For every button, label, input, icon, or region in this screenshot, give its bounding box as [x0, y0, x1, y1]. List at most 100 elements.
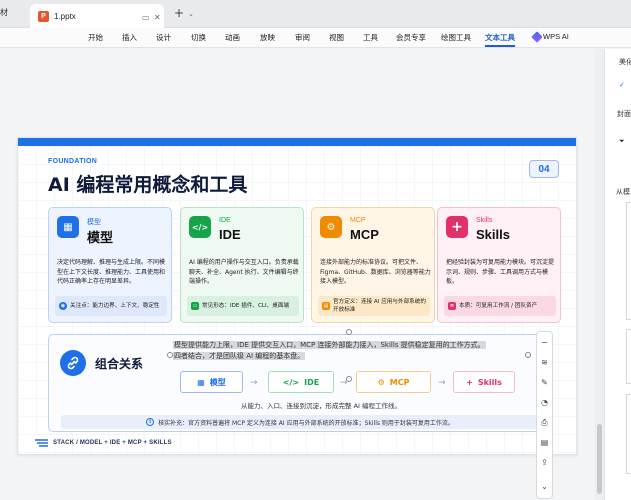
- card-ide[interactable]: </> IDE IDE AI 编程的用户操作与交互入口。负责承载聊天、补全、Ag…: [180, 207, 304, 323]
- ribbon-tab-review[interactable]: 审阅: [295, 32, 310, 43]
- screen-icon: ▭: [191, 302, 199, 310]
- panel-cover-label[interactable]: 封面: [617, 109, 631, 119]
- code-icon: </>: [189, 216, 211, 238]
- slide-top-bar: [18, 138, 576, 146]
- chevron-down-icon[interactable]: ⌄: [538, 480, 551, 493]
- close-tab-icon[interactable]: ✕: [154, 13, 161, 22]
- panel-filter-icon[interactable]: ⏷: [619, 137, 625, 146]
- card-skills[interactable]: + Skills Skills 把经验封装为可复用能力模块。可沉淀提示词、规则、…: [437, 207, 561, 323]
- card-mcp-tag: MCP: [350, 217, 366, 224]
- card-model-note: ◉ 关注点：能力边界、上下文、稳定性: [55, 296, 167, 316]
- ribbon-tab-member[interactable]: 会员专享: [396, 32, 426, 43]
- pptx-file-icon: P: [38, 10, 49, 22]
- card-mcp-desc: 连接外部能力的标准协议。可把文件、Figma、GitHub、数据库、浏览器等能力…: [320, 259, 431, 285]
- panel-template-label[interactable]: 从模: [616, 187, 630, 197]
- animation-icon[interactable]: ◔: [538, 396, 551, 409]
- tab-previous[interactable]: 材: [0, 7, 8, 18]
- slide-footer: STACK / MODEL + IDE + MCP + SKILLS: [53, 440, 172, 446]
- pen-icon[interactable]: ✎: [538, 376, 551, 389]
- card-skills-tag: Skills: [476, 217, 493, 224]
- selection-handle-right[interactable]: [525, 352, 531, 358]
- card-ide-note-text: 常见形态：IDE 插件、CLI、桌面端: [202, 303, 290, 309]
- ribbon-tab-design[interactable]: 设计: [156, 32, 171, 43]
- network-icon: ⚙: [320, 216, 342, 238]
- selected-text-line-1[interactable]: 模型提供能力上限，IDE 提供交互入口，MCP 连接外部能力接入，Skills …: [173, 341, 486, 349]
- book-icon: ▤: [322, 302, 330, 310]
- card-model-title: 模型: [87, 230, 114, 245]
- layers-icon[interactable]: ≋: [538, 356, 551, 369]
- selected-text-line-2[interactable]: 四者结合，才是团队级 AI 编程的基本盘。: [173, 352, 306, 360]
- tab-active-file[interactable]: P 1.pptx ▭ ✕: [30, 4, 164, 28]
- panel-check-icon[interactable]: ✓: [619, 81, 625, 89]
- ribbon-tab-animation[interactable]: 动画: [225, 32, 240, 43]
- panel-beautify-label[interactable]: 美化: [619, 57, 631, 67]
- flow-node-mcp: ⚙ MCP: [356, 371, 431, 393]
- card-skills-note-text: 本质：可复用工作流 / 团队资产: [459, 303, 538, 309]
- panel-template-thumb-3[interactable]: [626, 394, 631, 474]
- wps-ai-float-icon[interactable]: ⇪: [538, 456, 551, 469]
- card-ide-note: ▭ 常见形态：IDE 插件、CLI、桌面端: [187, 296, 299, 316]
- laptop-icon[interactable]: ▤: [538, 436, 551, 449]
- flow-model-label: 模型: [209, 377, 226, 387]
- ribbon-tab-insert[interactable]: 插入: [122, 32, 137, 43]
- ribbon-tab-text-tools[interactable]: 文本工具: [485, 32, 515, 47]
- flow-node-ide: </> IDE: [268, 371, 334, 393]
- ribbon-tab-transition[interactable]: 切换: [191, 32, 206, 43]
- flow-mcp-label: MCP: [389, 377, 410, 387]
- slide-page-number: 04: [529, 160, 559, 178]
- flow-arrow-3: →: [438, 378, 446, 388]
- card-mcp[interactable]: ⚙ MCP MCP 连接外部能力的标准协议。可把文件、Figma、GitHub、…: [311, 207, 435, 323]
- flow-mcp-icon: ⚙: [377, 377, 385, 387]
- collapse-icon[interactable]: −: [538, 336, 551, 349]
- card-model[interactable]: ▦ 模型 模型 决定代码理解、推理与生成上限。不同模型在上下文长度、推理能力、工…: [48, 207, 172, 323]
- scrollbar-thumb[interactable]: [597, 424, 602, 494]
- stack-logo-icon: [35, 439, 48, 447]
- combo-section[interactable]: 组合关系 模型提供能力上限，IDE 提供交互入口，MCP 连接外部能力接入，Sk…: [48, 334, 550, 432]
- card-skills-title: Skills: [476, 227, 510, 242]
- card-skills-desc: 把经验封装为可复用能力模块。可沉淀提示词、规则、步骤、工具调用方式与模板。: [446, 259, 555, 285]
- flow-node-skills: + Skills: [453, 371, 515, 393]
- flow-skills-icon: +: [466, 377, 473, 387]
- info-icon: i: [146, 418, 155, 426]
- ribbon-tab-view[interactable]: 视图: [329, 32, 344, 43]
- slide-title[interactable]: AI 编程常用概念和工具: [48, 170, 247, 197]
- wps-ai-logo-icon: [531, 30, 543, 43]
- tab-bar: 材 P 1.pptx ▭ ✕ + ⌄: [0, 0, 631, 28]
- flow-skills-label: Skills: [477, 377, 502, 387]
- model-cube-icon: ▦: [57, 216, 79, 238]
- flow-ide-icon: </>: [282, 377, 300, 387]
- selection-handle-top[interactable]: [346, 329, 352, 335]
- card-model-note-text: 关注点：能力边界、上下文、稳定性: [70, 303, 160, 309]
- tab-menu-chevron-icon[interactable]: ⌄: [188, 10, 194, 18]
- ribbon-tab-slideshow[interactable]: 放映: [260, 32, 275, 43]
- ribbon-tab-wps-ai[interactable]: WPS AI: [531, 30, 569, 43]
- selected-textbox[interactable]: 模型提供能力上限，IDE 提供交互入口，MCP 连接外部能力接入，Skills …: [173, 340, 533, 362]
- ribbon-tab-drawing-tools[interactable]: 绘图工具: [441, 32, 471, 43]
- panel-template-thumb-1[interactable]: [626, 202, 631, 320]
- add-tab-button[interactable]: +: [174, 6, 184, 20]
- panel-template-thumb-2[interactable]: [626, 329, 631, 384]
- ribbon-tab-start[interactable]: 开始: [88, 32, 103, 43]
- floating-toolbar: − ≋ ✎ ◔ ⎙ ▤ ⇪ ⌄: [536, 331, 553, 499]
- window-icon[interactable]: ▭: [142, 13, 150, 22]
- combo-note: i 核实补充：官方资料普遍将 MCP 定义为连接 AI 应用与外部系统的开放标准…: [61, 415, 539, 429]
- card-ide-desc: AI 编程的用户操作与交互入口。负责承载聊天、补全、Agent 执行、文件编辑与…: [189, 259, 299, 285]
- selection-handle-bottom[interactable]: [346, 376, 352, 382]
- ribbon-tab-tools[interactable]: 工具: [363, 32, 378, 43]
- flow-model-icon: ▦: [197, 377, 205, 387]
- card-model-tag: 模型: [87, 219, 101, 226]
- plus-icon: +: [446, 216, 468, 238]
- card-mcp-title: MCP: [350, 227, 379, 242]
- slide-page[interactable]: FOUNDATION AI 编程常用概念和工具 04 ▦ 模型 模型 决定代码理…: [17, 137, 577, 455]
- stamp-icon[interactable]: ⎙: [538, 416, 551, 429]
- flow-ide-label: IDE: [304, 377, 320, 387]
- selection-handle-left[interactable]: [167, 352, 173, 358]
- flow-caption: 从能力、入口、连接到沉淀，形成完整 AI 编程工作线。: [241, 402, 401, 410]
- card-mcp-note-text: 官方定义：连接 AI 应用与外部系统的开放标准: [333, 299, 426, 313]
- combo-title: 组合关系: [95, 357, 144, 371]
- stack-icon: ≣: [448, 302, 456, 310]
- target-icon: ◉: [59, 302, 67, 310]
- slide-eyebrow: FOUNDATION: [48, 158, 98, 165]
- combo-note-text: 核实补充：官方资料普遍将 MCP 定义为连接 AI 应用与外部系统的开放标准；S…: [158, 419, 454, 427]
- card-mcp-note: ▤ 官方定义：连接 AI 应用与外部系统的开放标准: [318, 296, 430, 316]
